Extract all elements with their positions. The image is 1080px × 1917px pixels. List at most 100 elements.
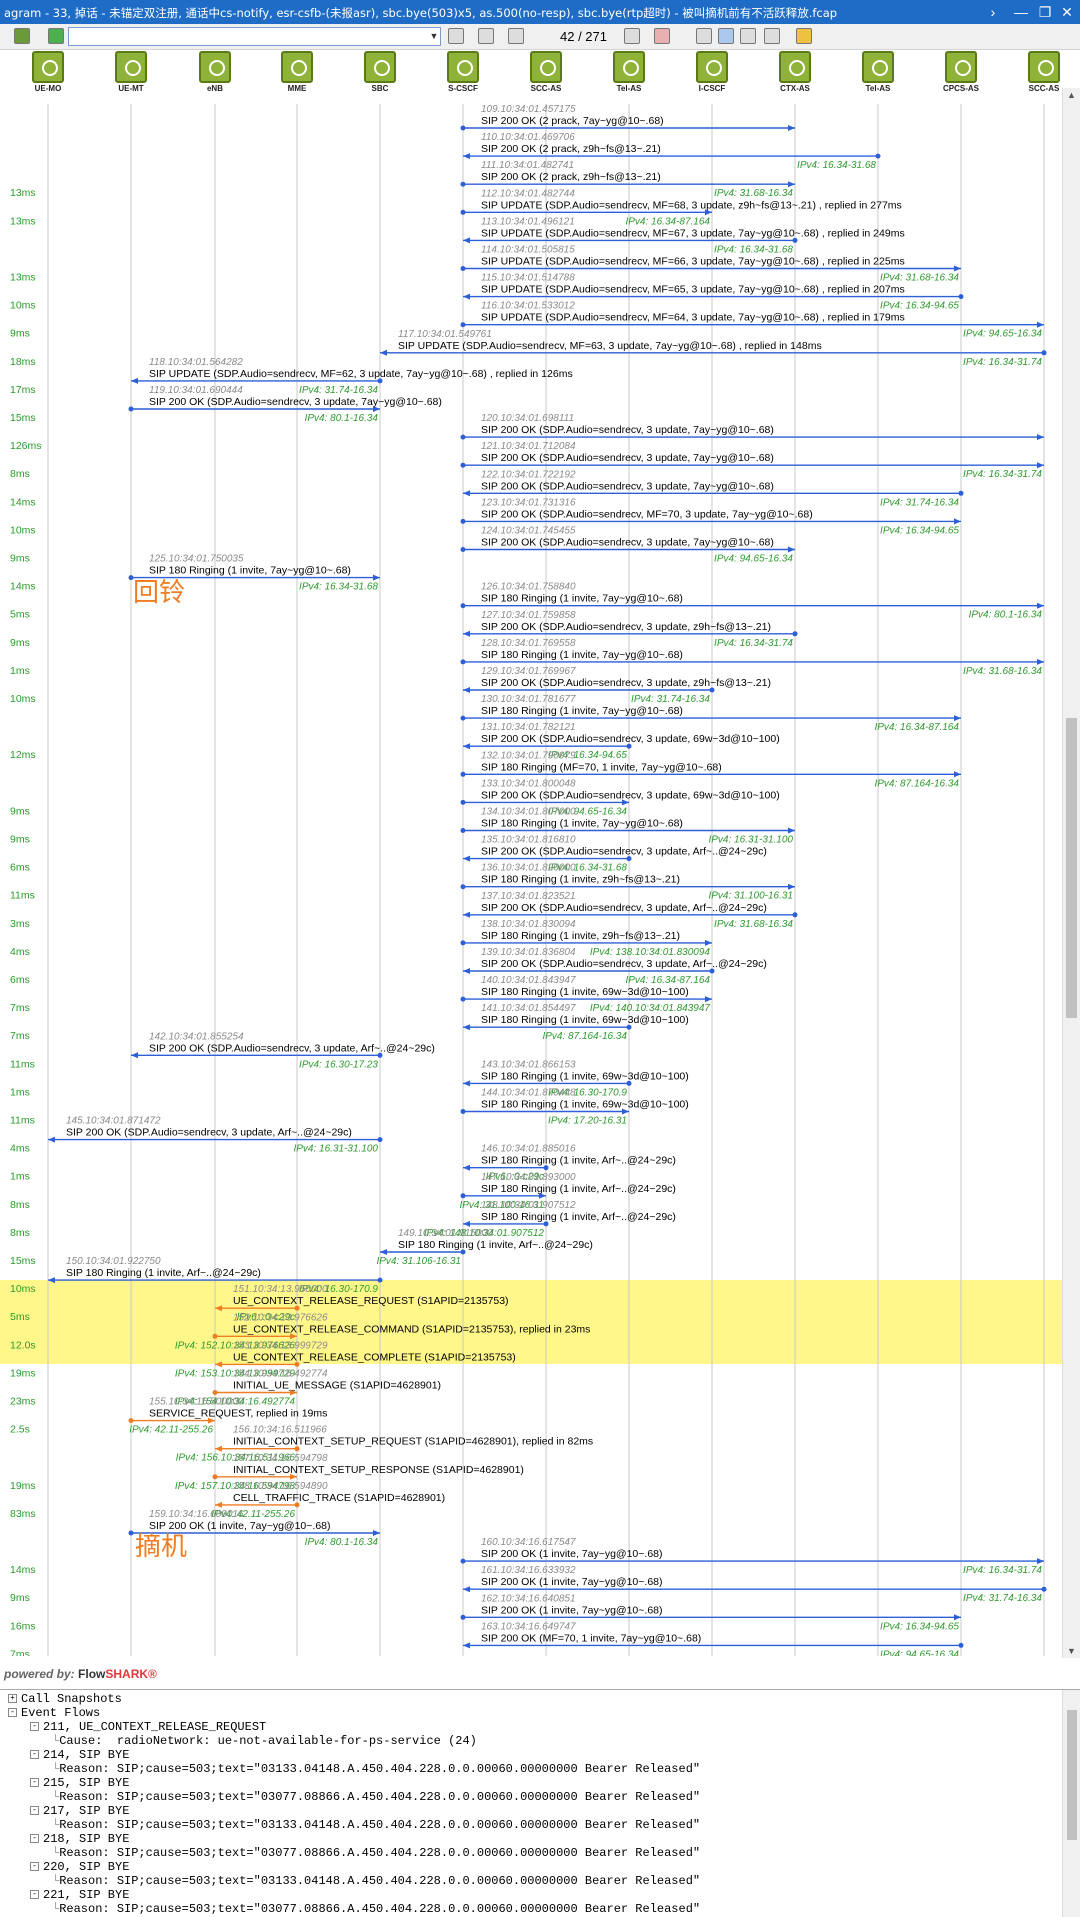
tree-row[interactable]: -215, SIP BYE	[30, 1776, 129, 1790]
minimize-button[interactable]: —	[1010, 2, 1032, 22]
arrow-origin	[294, 1502, 300, 1508]
entity-s-cscf[interactable]: S-CSCF	[438, 51, 488, 93]
align-icon[interactable]	[764, 28, 780, 44]
ip-label: IPv4: 16.34-31.68	[797, 160, 876, 171]
close-button[interactable]: ✕	[1056, 2, 1078, 22]
tree-row[interactable]: └Cause: radioNetwork: ue-not-available-f…	[52, 1734, 477, 1748]
export-icon[interactable]	[654, 28, 670, 44]
collapse-icon[interactable]: -	[30, 1862, 39, 1872]
tree-row[interactable]: -220, SIP BYE	[30, 1860, 129, 1874]
collapse-icon[interactable]: -	[30, 1778, 39, 1788]
tree-row[interactable]: └Reason: SIP;cause=503;text="03133.04148…	[52, 1874, 700, 1888]
diagram-scrollbar[interactable]: ▲ ▼	[1062, 88, 1080, 1658]
delta-time: 19ms	[10, 1480, 36, 1492]
arrowhead	[380, 1249, 387, 1255]
ip-label: IPv4: 31.100-16.31	[708, 891, 793, 902]
title-bar: agram - 33, 掉话 - 未锚定双注册, 通话中cs-notify, e…	[0, 0, 1080, 24]
collapse-icon[interactable]: -	[30, 1722, 39, 1732]
tree-label: 221, SIP BYE	[43, 1888, 130, 1902]
collapse-icon[interactable]: -	[30, 1750, 39, 1760]
entity-tel-as[interactable]: Tel-AS	[604, 51, 654, 93]
ip-label: IPv4: 16.34-31.68	[299, 582, 378, 593]
arrow-origin	[128, 1530, 134, 1536]
search-input[interactable]: ▼	[68, 27, 441, 46]
entity-icon	[1028, 51, 1060, 83]
delta-time: 9ms	[10, 834, 30, 846]
tree-row[interactable]: └Reason: SIP;cause=503;text="03133.04148…	[52, 1818, 700, 1832]
grid-icon[interactable]	[696, 28, 712, 44]
entity-i-cscf[interactable]: I-CSCF	[687, 51, 737, 93]
tree-row[interactable]: -214, SIP BYE	[30, 1748, 129, 1762]
arrow-origin	[709, 968, 715, 974]
delta-time: 11ms	[10, 890, 35, 902]
arrow-origin	[875, 153, 881, 159]
message-id: 157.10:34:16.594798	[233, 1453, 328, 1464]
tree-scrollbar[interactable]	[1062, 1690, 1080, 1917]
entity-scc-as[interactable]: SCC-AS	[521, 51, 571, 93]
user-icon[interactable]	[796, 28, 812, 44]
tree-row[interactable]: + Call Snapshots	[8, 1692, 122, 1706]
arrow-origin	[543, 1165, 549, 1171]
entity-ue-mo[interactable]: UE-MO	[23, 51, 73, 93]
message-label: SIP UPDATE (SDP.Audio=sendrecv, MF=66, 3…	[481, 256, 905, 268]
tree-row[interactable]: -218, SIP BYE	[30, 1832, 129, 1846]
prev-icon[interactable]	[508, 28, 524, 44]
tree-row[interactable]: └Reason: SIP;cause=503;text="03077.08866…	[52, 1790, 700, 1804]
add-icon[interactable]	[48, 28, 64, 44]
message-label: SIP 200 OK (2 prack, z9h~fs@13~.21)	[481, 143, 661, 155]
entity-scc-as[interactable]: SCC-AS	[1019, 51, 1069, 93]
entity-label: CPCS-AS	[942, 84, 979, 93]
ip-label: IPv4: 31.74-16.34	[299, 385, 378, 396]
collapse-icon[interactable]: -	[8, 1708, 17, 1718]
entity-enb[interactable]: eNB	[190, 51, 240, 93]
arrow-origin	[626, 856, 632, 862]
tree-scroll-thumb[interactable]	[1067, 1710, 1077, 1840]
entity-ctx-as[interactable]: CTX-AS	[770, 51, 820, 93]
entity-tel-as[interactable]: Tel-AS	[853, 51, 903, 93]
tree-row[interactable]: -221, SIP BYE	[30, 1888, 129, 1902]
window-title: agram - 33, 掉话 - 未锚定双注册, 通话中cs-notify, e…	[4, 6, 838, 20]
tree-label: Reason: SIP;cause=503;text="03077.08866.…	[59, 1902, 701, 1916]
scroll-down-icon[interactable]: ▼	[1066, 1646, 1077, 1656]
next-arrow-icon[interactable]: ›	[982, 2, 1004, 22]
collapse-icon[interactable]: -	[30, 1834, 39, 1844]
message-id: 147.10:34:01.893000	[481, 1172, 576, 1183]
message-id: 134.10:34:01.807000	[481, 807, 576, 818]
save-icon[interactable]	[624, 28, 640, 44]
tree-row[interactable]: -211, UE_CONTEXT_RELEASE_REQUEST	[30, 1720, 266, 1734]
ip-label: IPv4: 16.34-87.164	[874, 722, 959, 733]
arrow-origin	[958, 490, 964, 496]
filter-icon[interactable]	[448, 28, 464, 44]
message-label: SIP UPDATE (SDP.Audio=sendrecv, MF=68, 3…	[481, 199, 902, 211]
collapse-icon[interactable]: -	[30, 1806, 39, 1816]
event-tree: + Call Snapshots - Event Flows -211, UE_CONT…	[0, 1689, 1080, 1917]
ip-label: IPv4: 16.31-31.100	[293, 1144, 378, 1155]
delta-time: 7ms	[10, 1030, 30, 1042]
tree-row[interactable]: - Event Flows	[8, 1706, 100, 1720]
ip-label: IPv4: 94.65-16.34	[714, 554, 793, 565]
message-label: SIP 180 Ringing (1 invite, 69w~3d@10~100…	[481, 1070, 689, 1082]
next-icon[interactable]	[478, 28, 494, 44]
entity-cpcs-as[interactable]: CPCS-AS	[936, 51, 986, 93]
scroll-thumb[interactable]	[1066, 718, 1077, 1018]
collapse-icon[interactable]: -	[30, 1890, 39, 1900]
arrow-origin	[460, 659, 466, 665]
entity-ue-mt[interactable]: UE-MT	[106, 51, 156, 93]
entity-mme[interactable]: MME	[272, 51, 322, 93]
message-label: UE_CONTEXT_RELEASE_REQUEST (S1APID=21357…	[233, 1295, 509, 1307]
delta-time: 11ms	[10, 1058, 35, 1070]
tree-row[interactable]: └Reason: SIP;cause=503;text="03077.08866…	[52, 1902, 700, 1916]
expand-icon[interactable]: +	[8, 1694, 17, 1704]
maximize-button[interactable]: ❐	[1034, 2, 1056, 22]
view-icon[interactable]	[718, 28, 734, 44]
tree-row[interactable]: └Reason: SIP;cause=503;text="03133.04148…	[52, 1762, 700, 1776]
tree-row[interactable]: -217, SIP BYE	[30, 1804, 129, 1818]
arrow-origin	[958, 294, 964, 300]
entity-sbc[interactable]: SBC	[355, 51, 405, 93]
wrap-icon[interactable]	[740, 28, 756, 44]
message-label: SIP 200 OK (SDP.Audio=sendrecv, 3 update…	[149, 1042, 435, 1054]
chevron-down-icon[interactable]: ▼	[428, 28, 440, 45]
tree-row[interactable]: └Reason: SIP;cause=503;text="03077.08866…	[52, 1846, 700, 1860]
scroll-up-icon[interactable]: ▲	[1066, 90, 1077, 100]
layout-icon[interactable]	[14, 28, 30, 44]
